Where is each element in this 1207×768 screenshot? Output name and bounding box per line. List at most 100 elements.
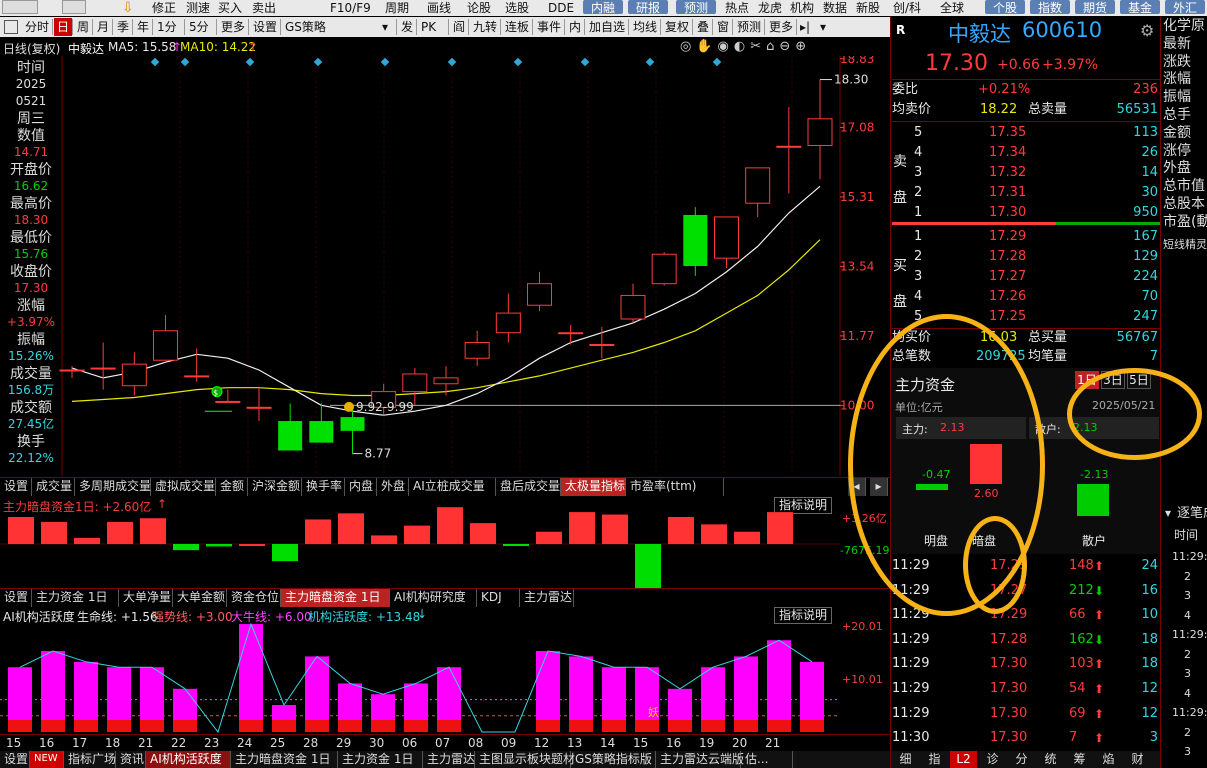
menu-1[interactable]: 测速 [186,0,210,16]
home-button[interactable] [62,0,86,14]
toolbar-item-1[interactable]: 日 [54,18,73,36]
menu-button-1[interactable]: 研报 [628,0,668,15]
toolbar-item-18[interactable]: 加自选 [586,18,628,36]
back-button[interactable] [2,0,38,14]
volume-tab-9[interactable]: AI立桩成交量 [409,478,496,496]
toolbar-item-13[interactable]: 阎 [450,18,468,36]
bottom-tab-10[interactable]: 主力雷达云端版 [656,751,744,768]
chart-mode[interactable]: 日线(复权) [3,40,60,57]
volume-tab-4[interactable]: 金额 [216,478,248,496]
toolbar-item-20[interactable]: 复权 [662,18,692,36]
menu-button-0[interactable]: 内融 [583,0,623,15]
indicator-tab-2[interactable]: 大单净量 [119,589,173,607]
right-tab-5[interactable]: 统 [1037,751,1064,768]
arrow-down-icon[interactable]: ⇩ [122,0,134,16]
buy-row[interactable]: 2 17.28 129 [892,247,1160,267]
market-button-4[interactable]: 外汇 [1165,0,1205,15]
bottom-tab-2[interactable]: 指标广场 [64,751,116,768]
bottom-tab-6[interactable]: 主力资金 1日 [338,751,423,768]
menu-9[interactable]: DDE [548,0,574,16]
menu-right-1[interactable]: 龙虎 [758,0,782,16]
bottom-tab-5[interactable]: 主力暗盘资金 1日 [231,751,338,768]
indicator-tab-6[interactable]: AI机构研究度 [390,589,477,607]
menu-8[interactable]: 选股 [505,0,529,16]
candlestick-chart[interactable]: 18.8317.0815.3113.5411.7710.0018.308.779… [0,56,890,476]
toolbar-item-9[interactable]: 设置 [250,18,280,36]
indicator-tab-8[interactable]: 主力雷达 [520,589,574,607]
sell-row[interactable]: 1 17.30 950 [892,203,1160,223]
toolbar-item-5[interactable]: 年 [134,18,152,36]
market-button-0[interactable]: 个股 [985,0,1025,15]
far-right-item[interactable]: 化学原 [1163,18,1205,35]
far-right-item[interactable]: 涨停 [1163,143,1191,160]
volume-tab-0[interactable]: 设置 [0,478,32,496]
bottom-tab-0[interactable]: 设置 [0,751,30,768]
toolbar-item-19[interactable]: 均线 [630,18,660,36]
volume-tab-10[interactable]: 盘后成交量 [496,478,561,496]
toolbar-item-16[interactable]: 事件 [534,18,564,36]
bottom-tab-4[interactable]: AI机构活跃度 [146,751,231,768]
right-tab-3[interactable]: 诊 [979,751,1006,768]
right-tab-1[interactable]: 指 [921,751,948,768]
volume-tab-12[interactable]: 市盈率(ttm) [626,478,724,496]
far-right-item[interactable]: 涨幅 [1163,71,1191,88]
bottom-tab-3[interactable]: 资讯 [116,751,146,768]
toolbar-item-8[interactable]: 更多 [218,18,248,36]
far-right-item[interactable]: 涨跌 [1163,54,1191,71]
indicator-tab-4[interactable]: 资金仓位 [227,589,281,607]
buy-row[interactable]: 1 17.29 167 [892,227,1160,247]
indicator-tab-3[interactable]: 大单金额 [173,589,227,607]
menu-2[interactable]: 买入 [218,0,242,16]
indicator-tab-7[interactable]: KDJ [477,589,520,607]
sell-row[interactable]: 3 17.32 14 [892,163,1160,183]
bottom-tab-7[interactable]: 主力雷达 [423,751,475,768]
toolbar-item-22[interactable]: 窗 [714,18,732,36]
far-right-item[interactable]: 金额 [1163,125,1191,142]
buy-row[interactable]: 3 17.27 224 [892,267,1160,287]
right-tab-6[interactable]: 筹 [1066,751,1093,768]
toolbar-item-12[interactable]: PK [418,18,439,36]
toolbar-dropdown-arrow[interactable]: ▾ [820,18,826,36]
far-right-item[interactable]: 总股本 [1163,196,1205,213]
menu-right-2[interactable]: 机构 [790,0,814,16]
volume-tab-8[interactable]: 外盘 [377,478,409,496]
bottom-tab-8[interactable]: 主图显示板块题材 [475,751,575,768]
toolbar-item-17[interactable]: 内 [566,18,584,36]
menu-7[interactable]: 论股 [467,0,491,16]
menu-6[interactable]: 画线 [427,0,451,16]
menu-0[interactable]: 修正 [152,0,176,16]
volume-tab-2[interactable]: 多周期成交量 [75,478,151,496]
menu-right-4[interactable]: 新股 [856,0,880,16]
toolbar-item-15[interactable]: 连板 [502,18,532,36]
bottom-tab-11[interactable]: 估... [741,751,793,768]
far-right-item[interactable]: 外盘 [1163,160,1191,177]
menu-4[interactable]: F10/F9 [330,0,371,16]
far-right-item[interactable]: 市盈(動 [1163,214,1207,231]
right-tab-2[interactable]: L2 [950,751,977,768]
toolbar-item-3[interactable]: 月 [94,18,112,36]
toolbar-item-21[interactable]: 叠 [694,18,712,36]
toolbar-item-24[interactable]: 更多 [766,18,796,36]
menu-right-5[interactable]: 创/科 [893,0,921,16]
indicator-tab-0[interactable]: 设置 [0,589,32,607]
menu-5[interactable]: 周期 [385,0,409,16]
toolbar-item-14[interactable]: 九转 [470,18,500,36]
buy-row[interactable]: 4 17.26 70 [892,287,1160,307]
indicator-tab-1[interactable]: 主力资金 1日 [32,589,119,607]
toolbar-more-arrow[interactable]: ▸| [800,18,810,36]
short-line-elf[interactable]: 短线精灵 [1163,236,1207,253]
right-tab-4[interactable]: 分 [1008,751,1035,768]
right-tab-0[interactable]: 细 [892,751,919,768]
bottom-tab-1[interactable]: NEW [30,751,64,768]
dropdown-icon[interactable]: ▾ [382,18,388,36]
menu-right-0[interactable]: 热点 [725,0,749,16]
toolbar-item-4[interactable]: 季 [114,18,132,36]
volume-tab-11[interactable]: 太极量指标 [561,478,626,496]
menu-right-6[interactable]: 全球 [940,0,964,16]
indicator-tab-5[interactable]: 主力暗盘资金 1日 [281,589,390,607]
sell-row[interactable]: 4 17.34 26 [892,143,1160,163]
toolbar-item-2[interactable]: 周 [74,18,92,36]
far-right-item[interactable]: 总手 [1163,107,1191,124]
toolbar-item-7[interactable]: 5分 [186,18,212,36]
toolbar-item-23[interactable]: 预测 [734,18,764,36]
